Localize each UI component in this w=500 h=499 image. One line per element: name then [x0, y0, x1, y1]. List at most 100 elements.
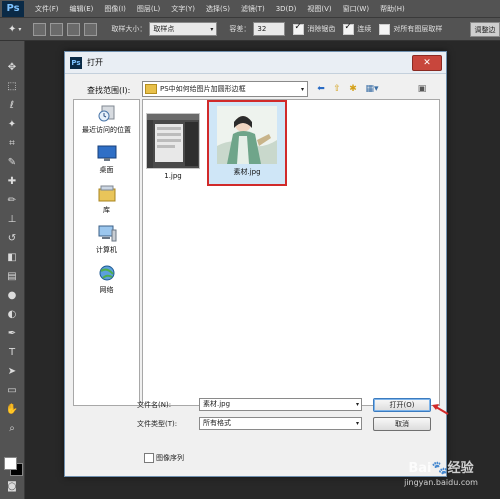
zoom-tool-icon[interactable]: ⌕	[5, 422, 19, 436]
watermark-logo: Bai🐾经验	[408, 461, 474, 476]
healing-tool-icon[interactable]: ✚	[5, 175, 19, 189]
menu-view[interactable]: 视图(V)	[307, 4, 331, 14]
place-label: 最近访问的位置	[82, 126, 131, 134]
open-button[interactable]: 打开(O)	[373, 398, 431, 412]
quick-mask-icon[interactable]: ◙	[5, 480, 19, 494]
menu-help[interactable]: 帮助(H)	[380, 4, 405, 14]
type-tool-icon[interactable]: T	[5, 346, 19, 360]
intersect-selection-icon[interactable]	[84, 22, 98, 36]
contiguous-checkbox[interactable]	[343, 22, 355, 35]
menu-3d[interactable]: 3D(D)	[276, 5, 297, 13]
look-in-select[interactable]: PS中如何给图片加圆形边框 ▾	[142, 81, 308, 97]
gradient-tool-icon[interactable]: ▤	[5, 270, 19, 284]
image-sequence-checkbox[interactable]	[144, 453, 154, 463]
dialog-title: 打开	[87, 58, 103, 67]
file-item-1jpg[interactable]: 1.jpg	[146, 113, 200, 180]
menu-file[interactable]: 文件(F)	[35, 4, 59, 14]
annotation-arrow-icon	[432, 404, 449, 415]
shape-tool-icon[interactable]: ▭	[5, 384, 19, 398]
dodge-tool-icon[interactable]: ◐	[5, 308, 19, 322]
all-layers-checkbox[interactable]	[379, 23, 391, 35]
stamp-tool-icon[interactable]: ⊥	[5, 213, 19, 227]
history-brush-icon[interactable]: ↺	[5, 232, 19, 246]
file-item-sucai-selected[interactable]: 素材.jpg	[207, 100, 287, 186]
contiguous-label: 连续	[357, 25, 372, 33]
look-in-value: PS中如何给图片加圆形边框	[160, 85, 246, 93]
magic-wand-icon[interactable]: ✦	[8, 24, 16, 35]
open-dialog: Ps 打开 ✕ 查找范围(I): PS中如何给图片加圆形边框 ▾ ⬅ ⇧ ✱ ▦…	[64, 51, 449, 477]
recent-places-icon	[97, 105, 117, 122]
tolerance-input[interactable]: 32	[253, 22, 286, 36]
filetype-label: 文件类型(T):	[137, 420, 178, 428]
move-tool-icon[interactable]: ✥	[5, 61, 19, 75]
marquee-tool-icon[interactable]: ⬚	[5, 80, 19, 94]
eraser-tool-icon[interactable]: ◧	[5, 251, 19, 265]
menu-type[interactable]: 文字(Y)	[171, 4, 195, 14]
place-recent[interactable]: 最近访问的位置	[74, 105, 139, 135]
sample-size-value: 取样点	[153, 25, 175, 33]
filetype-select[interactable]: 所有格式 ▾	[199, 417, 362, 430]
file-name: 1.jpg	[164, 172, 182, 180]
place-desktop[interactable]: 桌面	[74, 145, 139, 175]
place-label: 计算机	[96, 246, 117, 254]
new-selection-icon[interactable]	[33, 22, 47, 36]
places-sidebar: 最近访问的位置 桌面 库 计算机 网络	[73, 99, 140, 406]
place-computer[interactable]: 计算机	[74, 225, 139, 255]
baidu-watermark: Bai🐾经验 jingyan.baidu.com	[382, 455, 500, 499]
filename-value: 素材.jpg	[203, 400, 231, 408]
brush-tool-icon[interactable]: ✏	[5, 194, 19, 208]
preview-icon[interactable]: ▣	[416, 83, 428, 95]
network-icon	[97, 265, 117, 282]
antialias-checkbox[interactable]	[293, 22, 305, 35]
pen-tool-icon[interactable]: ✒	[5, 327, 19, 341]
menu-layer[interactable]: 图层(L)	[137, 4, 160, 14]
folder-icon	[145, 84, 157, 94]
back-icon[interactable]: ⬅	[315, 83, 327, 95]
menu-edit[interactable]: 编辑(E)	[70, 4, 94, 14]
desktop-icon	[97, 145, 117, 162]
blur-tool-icon[interactable]: ●	[5, 289, 19, 303]
chevron-down-icon: ▾	[355, 420, 359, 427]
tools-panel: ✥ ⬚ ℓ ✦ ⌗ ✎ ✚ ✏ ⊥ ↺ ◧ ▤ ● ◐ ✒ T ➤ ▭ ✋ ⌕ …	[0, 41, 25, 499]
sample-size-label: 取样大小：	[111, 25, 147, 33]
filetype-value: 所有格式	[203, 419, 231, 427]
close-icon: ✕	[423, 58, 431, 68]
hand-tool-icon[interactable]: ✋	[5, 403, 19, 417]
foreground-color-swatch[interactable]	[4, 457, 17, 470]
adjust-edge-button[interactable]: 调整边	[470, 22, 500, 37]
menu-select[interactable]: 选择(S)	[206, 4, 230, 14]
tool-preset-arrow-icon[interactable]: ▾	[18, 26, 21, 33]
lasso-tool-icon[interactable]: ℓ	[5, 99, 19, 113]
new-folder-icon[interactable]: ✱	[347, 83, 359, 95]
up-folder-icon[interactable]: ⇧	[331, 83, 343, 95]
view-menu-icon[interactable]: ▦▾	[363, 83, 381, 95]
menu-filter[interactable]: 滤镜(T)	[241, 4, 265, 14]
path-select-icon[interactable]: ➤	[5, 365, 19, 379]
menu-bar: Ps 文件(F) 编辑(E) 图像(I) 图层(L) 文字(Y) 选择(S) 滤…	[0, 0, 500, 18]
library-icon	[97, 185, 117, 202]
menu-window[interactable]: 窗口(W)	[343, 4, 369, 14]
look-in-label: 查找范围(I):	[87, 86, 131, 95]
image-sequence-label: 图像序列	[156, 454, 184, 462]
magic-wand-tool-icon[interactable]: ✦	[5, 118, 19, 132]
cancel-button[interactable]: 取消	[373, 417, 431, 431]
file-name: 素材.jpg	[233, 168, 261, 176]
options-bar: ✦ ▾ 取样大小： 取样点 ▾ 容差： 32 消除锯齿 连续 对所有图层取样 调…	[0, 18, 500, 41]
sample-size-select[interactable]: 取样点 ▾	[149, 22, 218, 36]
filename-input[interactable]: 素材.jpg ▾	[199, 398, 362, 411]
place-network[interactable]: 网络	[74, 265, 139, 295]
photoshop-icon: Ps	[70, 56, 82, 69]
filename-label: 文件名(N):	[137, 401, 172, 409]
close-button[interactable]: ✕	[412, 55, 442, 71]
crop-tool-icon[interactable]: ⌗	[5, 137, 19, 151]
place-label: 库	[103, 206, 110, 214]
place-label: 桌面	[99, 166, 114, 174]
dialog-titlebar[interactable]: Ps 打开 ✕	[65, 52, 446, 74]
eyedropper-tool-icon[interactable]: ✎	[5, 156, 19, 170]
subtract-selection-icon[interactable]	[67, 22, 81, 36]
file-thumbnail	[146, 113, 200, 169]
place-library[interactable]: 库	[74, 185, 139, 215]
add-selection-icon[interactable]	[50, 22, 64, 36]
file-thumbnail	[217, 106, 277, 164]
menu-image[interactable]: 图像(I)	[104, 4, 126, 14]
